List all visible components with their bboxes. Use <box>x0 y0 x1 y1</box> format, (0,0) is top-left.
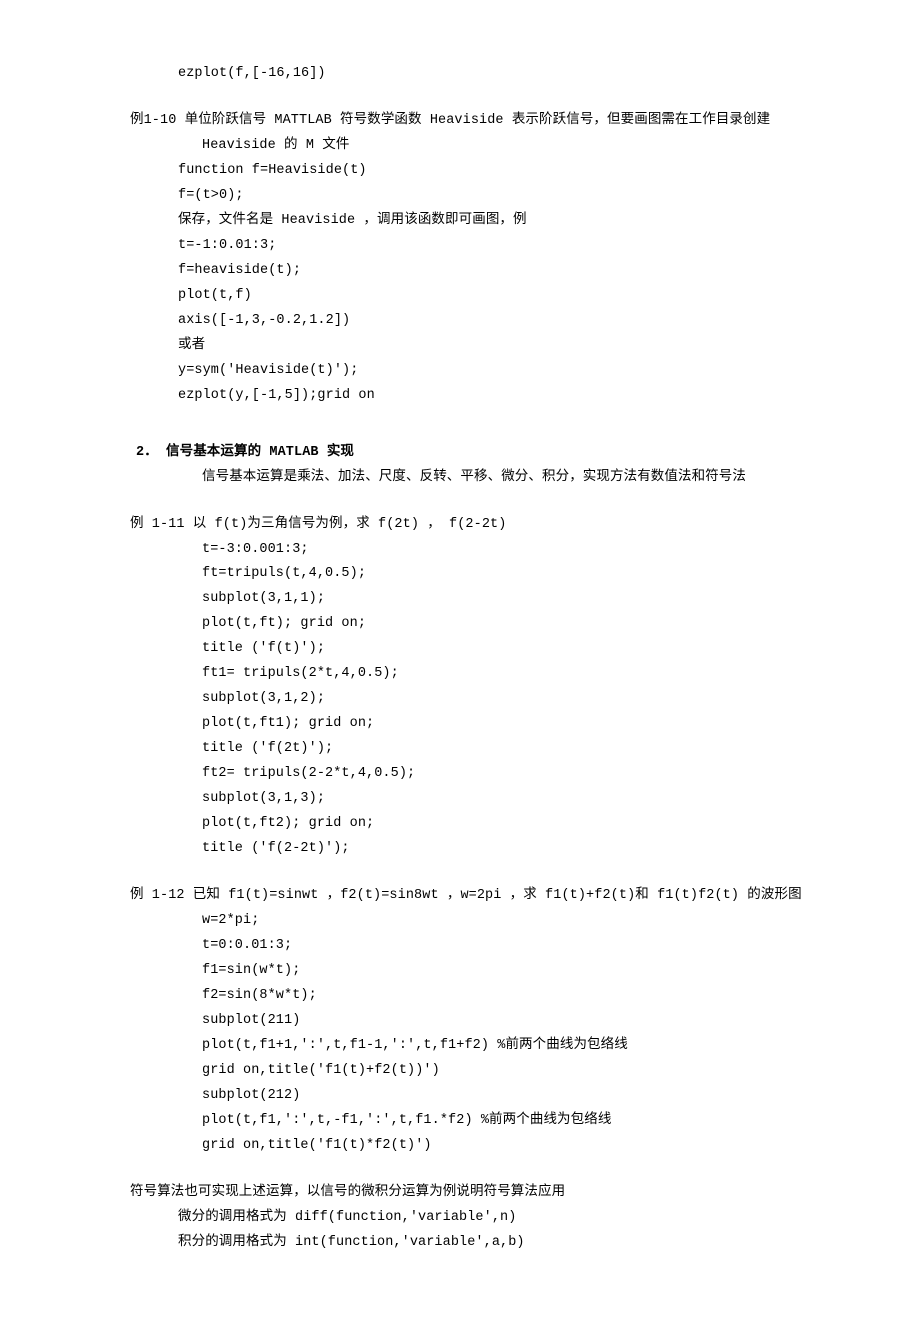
code-line: subplot(212) <box>130 1084 810 1109</box>
spacer <box>130 87 810 109</box>
code-line: 微分的调用格式为 diff(function,'variable',n) <box>130 1206 810 1231</box>
example-1-11-title: 例 1-11 以 f(t)为三角信号为例，求 f(2t) ， f(2-2t) <box>130 513 810 538</box>
code-line: 保存，文件名是 Heaviside ，调用该函数即可画图，例 <box>130 209 810 234</box>
spacer <box>130 862 810 884</box>
code-line: title ('f(2-2t)'); <box>130 837 810 862</box>
code-line: plot(t,ft1); grid on; <box>130 712 810 737</box>
code-line: axis([-1,3,-0.2,1.2]) <box>130 309 810 334</box>
spacer <box>130 491 810 513</box>
code-line: subplot(211) <box>130 1009 810 1034</box>
section-2-intro: 信号基本运算是乘法、加法、尺度、反转、平移、微分、积分，实现方法有数值法和符号法 <box>130 466 810 491</box>
code-line: t=0:0.01:3; <box>130 934 810 959</box>
code-line: w=2*pi; <box>130 909 810 934</box>
code-line: plot(t,f1+1,':',t,f1-1,':',t,f1+f2) %前两个… <box>130 1034 810 1059</box>
code-line: plot(t,ft2); grid on; <box>130 812 810 837</box>
code-line: subplot(3,1,2); <box>130 687 810 712</box>
code-line: plot(t,ft); grid on; <box>130 612 810 637</box>
code-line: ft1= tripuls(2*t,4,0.5); <box>130 662 810 687</box>
code-line: y=sym('Heaviside(t)'); <box>130 359 810 384</box>
code-line: t=-1:0.01:3; <box>130 234 810 259</box>
section-2-heading: 2． 信号基本运算的 MATLAB 实现 <box>130 441 810 466</box>
code-line: grid on,title('f1(t)+f2(t))') <box>130 1059 810 1084</box>
code-line: title ('f(t)'); <box>130 637 810 662</box>
example-1-10-title: 例1-10 单位阶跃信号 MATTLAB 符号数学函数 Heaviside 表示… <box>130 109 810 134</box>
code-line: f1=sin(w*t); <box>130 959 810 984</box>
code-line: f=heaviside(t); <box>130 259 810 284</box>
code-line: f2=sin(8*w*t); <box>130 984 810 1009</box>
code-line: t=-3:0.001:3; <box>130 538 810 563</box>
document-page: ezplot(f,[-16,16]) 例1-10 单位阶跃信号 MATTLAB … <box>0 0 920 1336</box>
symbolic-note-title: 符号算法也可实现上述运算，以信号的微积分运算为例说明符号算法应用 <box>130 1181 810 1206</box>
code-line: ezplot(y,[-1,5]);grid on <box>130 384 810 409</box>
code-line: plot(t,f) <box>130 284 810 309</box>
code-line: title ('f(2t)'); <box>130 737 810 762</box>
code-line: ezplot(f,[-16,16]) <box>130 62 810 87</box>
code-line: 积分的调用格式为 int(function,'variable',a,b) <box>130 1231 810 1256</box>
code-line: 或者 <box>130 334 810 359</box>
code-line: ft=tripuls(t,4,0.5); <box>130 562 810 587</box>
code-line: ft2= tripuls(2-2*t,4,0.5); <box>130 762 810 787</box>
code-line: subplot(3,1,1); <box>130 587 810 612</box>
code-line: grid on,title('f1(t)*f2(t)') <box>130 1134 810 1159</box>
example-1-10-title-line2: Heaviside 的 M 文件 <box>130 134 810 159</box>
code-line: function f=Heaviside(t) <box>130 159 810 184</box>
code-line: f=(t>0); <box>130 184 810 209</box>
code-line: subplot(3,1,3); <box>130 787 810 812</box>
example-1-12-title: 例 1-12 已知 f1(t)=sinwt ，f2(t)=sin8wt ，w=2… <box>130 884 810 909</box>
spacer <box>130 1159 810 1181</box>
spacer <box>130 409 810 431</box>
code-line: plot(t,f1,':',t,-f1,':',t,f1.*f2) %前两个曲线… <box>130 1109 810 1134</box>
